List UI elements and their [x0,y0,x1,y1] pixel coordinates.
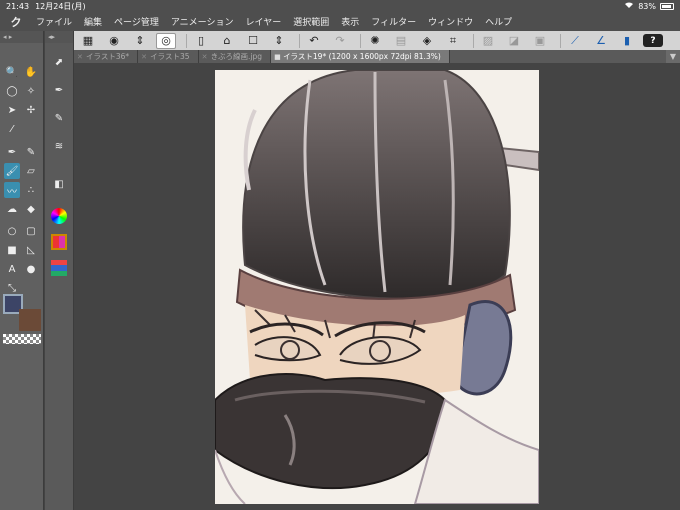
gradient-icon[interactable]: ■ [4,242,20,258]
tab-illust19[interactable]: ■ イラスト19* (1200 x 1600px 72dpi 81.3%) [271,50,450,63]
transparent-color-swatch[interactable] [3,334,41,344]
snap-ruler-icon[interactable]: ⟋ [565,33,585,49]
new-file-icon[interactable]: ▯ [191,33,211,49]
menu-layer[interactable]: レイヤー [240,15,288,28]
redo-icon[interactable]: ↷ [330,33,350,49]
fill-icon[interactable]: ◆ [23,201,39,217]
menu-file[interactable]: ファイル [30,15,78,28]
brush-size-icon[interactable]: ✒ [51,82,67,98]
lasso-icon[interactable]: ◯ [4,83,20,99]
close-icon[interactable]: ✕ [141,53,147,61]
tool-property-icon[interactable]: ✎ [51,110,67,126]
transform-icon[interactable]: ⬈ [51,54,67,70]
airbrush-icon[interactable]: ∴ [23,182,39,198]
status-time: 21:43 [6,1,30,11]
tab-label: イラスト36* [86,52,130,61]
ruler-icon[interactable]: ◺ [23,242,39,258]
status-bar: 21:43 12月24日(月) 83% [0,0,680,12]
fill-selection-icon[interactable]: ◈ [417,33,437,49]
undo-icon[interactable]: ↶ [304,33,324,49]
sub-color-swatch[interactable] [19,309,41,331]
screen-record-icon[interactable]: ◉ [104,33,124,49]
tab-illust36[interactable]: ✕ イラスト36* [74,50,139,63]
snap-special-ruler-icon[interactable]: ∠ [591,33,611,49]
snap-grid-icon[interactable]: ▮ [617,33,637,49]
menu-edit[interactable]: 編集 [78,15,108,28]
tool-palette-header: ◂ ▸ [0,31,43,43]
wifi-icon [624,1,634,11]
delete-selection-icon[interactable]: ▤ [391,33,411,49]
canvas-icon[interactable]: ☐ [243,33,263,49]
menu-animation[interactable]: アニメーション [165,15,240,28]
menu-view[interactable]: 表示 [335,15,365,28]
sync-icon[interactable]: ◎ [156,32,176,49]
color-wheel-icon[interactable] [51,208,67,224]
tab-lineart-jpg[interactable]: ✕ きぶろ線画.jpg [199,50,272,63]
command-bar: ◂▸ ⬈ ✒ ✎ ≋ ◧ [45,31,74,510]
magic-wand-icon[interactable]: ✧ [23,83,39,99]
tab-label: きぶろ線画.jpg [210,52,263,61]
command-bar-header: ◂▸ [45,31,73,43]
close-icon[interactable]: ■ [274,53,281,61]
app-logo-icon[interactable]: ク [6,14,26,30]
loading-icon[interactable]: ✺ [365,33,385,49]
battery-icon [660,2,674,10]
eraser-icon[interactable]: ▱ [23,163,39,179]
menu-window[interactable]: ウィンドウ [422,15,479,28]
brush-icon[interactable]: 🖌 [4,163,20,179]
tab-dropdown-icon[interactable]: ▼ [666,50,680,63]
document-tabs: ✕ イラスト36* ✕ イラスト35 ✕ きぶろ線画.jpg ■ イラスト19*… [74,50,680,63]
help-button[interactable]: ? [643,34,663,47]
battery-percent: 83% [638,1,656,11]
move-layer-icon[interactable]: ✢ [23,102,39,118]
tab-label: イラスト19* (1200 x 1600px 72dpi 81.3%) [283,52,441,61]
menu-selection[interactable]: 選択範囲 [287,15,335,28]
text-icon[interactable]: A [4,261,20,277]
clear-selection-icon[interactable]: ▨ [478,33,498,49]
page-stepper-icon[interactable]: ⇕ [269,33,289,49]
brush-shape-icon[interactable]: ≋ [51,138,67,154]
close-icon[interactable]: ✕ [202,53,208,61]
command-toolbar: ▦ ◉ ⇕ ◎ ▯ ⌂ ☐ ⇕ ↶ ↷ ✺ ▤ ◈ ⌗ ▨ ◪ ▣ ⟋ ∠ ▮ … [74,31,680,50]
operation-icon[interactable]: ➤ [4,102,20,118]
menu-page-management[interactable]: ページ管理 [108,15,165,28]
stepper-icon[interactable]: ⇕ [130,33,150,49]
menu-bar: ク ファイル 編集 ページ管理 アニメーション レイヤー 選択範囲 表示 フィル… [0,12,680,31]
open-folder-icon[interactable]: ⌂ [217,33,237,49]
invert-selection-icon[interactable]: ◪ [504,33,524,49]
frame-border-icon[interactable]: ▢ [23,223,39,239]
menu-filter[interactable]: フィルター [365,15,422,28]
layer-icon[interactable]: ◧ [51,176,67,192]
hand-icon[interactable]: ✋ [23,64,39,80]
balloon-icon[interactable]: ● [23,261,39,277]
color-set-icon[interactable] [51,234,67,250]
menu-help[interactable]: ヘルプ [479,15,518,28]
tab-illust35[interactable]: ✕ イラスト35 [138,50,199,63]
illustration-image [215,70,539,504]
workspace-grid-icon[interactable]: ▦ [78,33,98,49]
canvas-artwork[interactable] [215,70,539,504]
select-all-icon[interactable]: ▣ [530,33,550,49]
close-icon[interactable]: ✕ [77,53,83,61]
tab-label: イラスト35 [150,52,190,61]
color-history-icon[interactable] [51,260,67,276]
decoration-icon[interactable]: ☁ [4,201,20,217]
status-date: 12月24日(月) [35,1,86,11]
eyedropper-icon[interactable]: ⁄ [4,121,20,137]
transform-selection-icon[interactable]: ⌗ [443,33,463,49]
pen-icon[interactable]: ✒ [4,144,20,160]
pencil-icon[interactable]: ✎ [23,144,39,160]
zoom-icon[interactable]: 🔍 [4,64,20,80]
blend-icon[interactable]: 〰 [4,182,20,198]
tool-palette: ◂ ▸ 🔍 ✋ ◯ ✧ ➤ ✢ ⁄ ✒ ✎ 🖌 ▱ 〰 ∴ ☁ ◆ ○ ▢ ■ … [0,31,44,510]
figure-icon[interactable]: ○ [4,223,20,239]
